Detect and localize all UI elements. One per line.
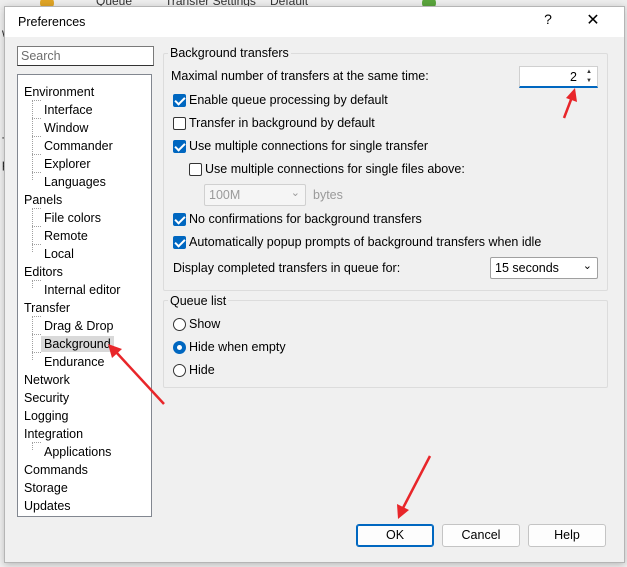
- arrow-to-background-item: [108, 344, 165, 405]
- annotation-arrows: [108, 88, 577, 519]
- arrow-to-spinner: [562, 88, 577, 119]
- arrow-to-ok-button: [397, 455, 432, 519]
